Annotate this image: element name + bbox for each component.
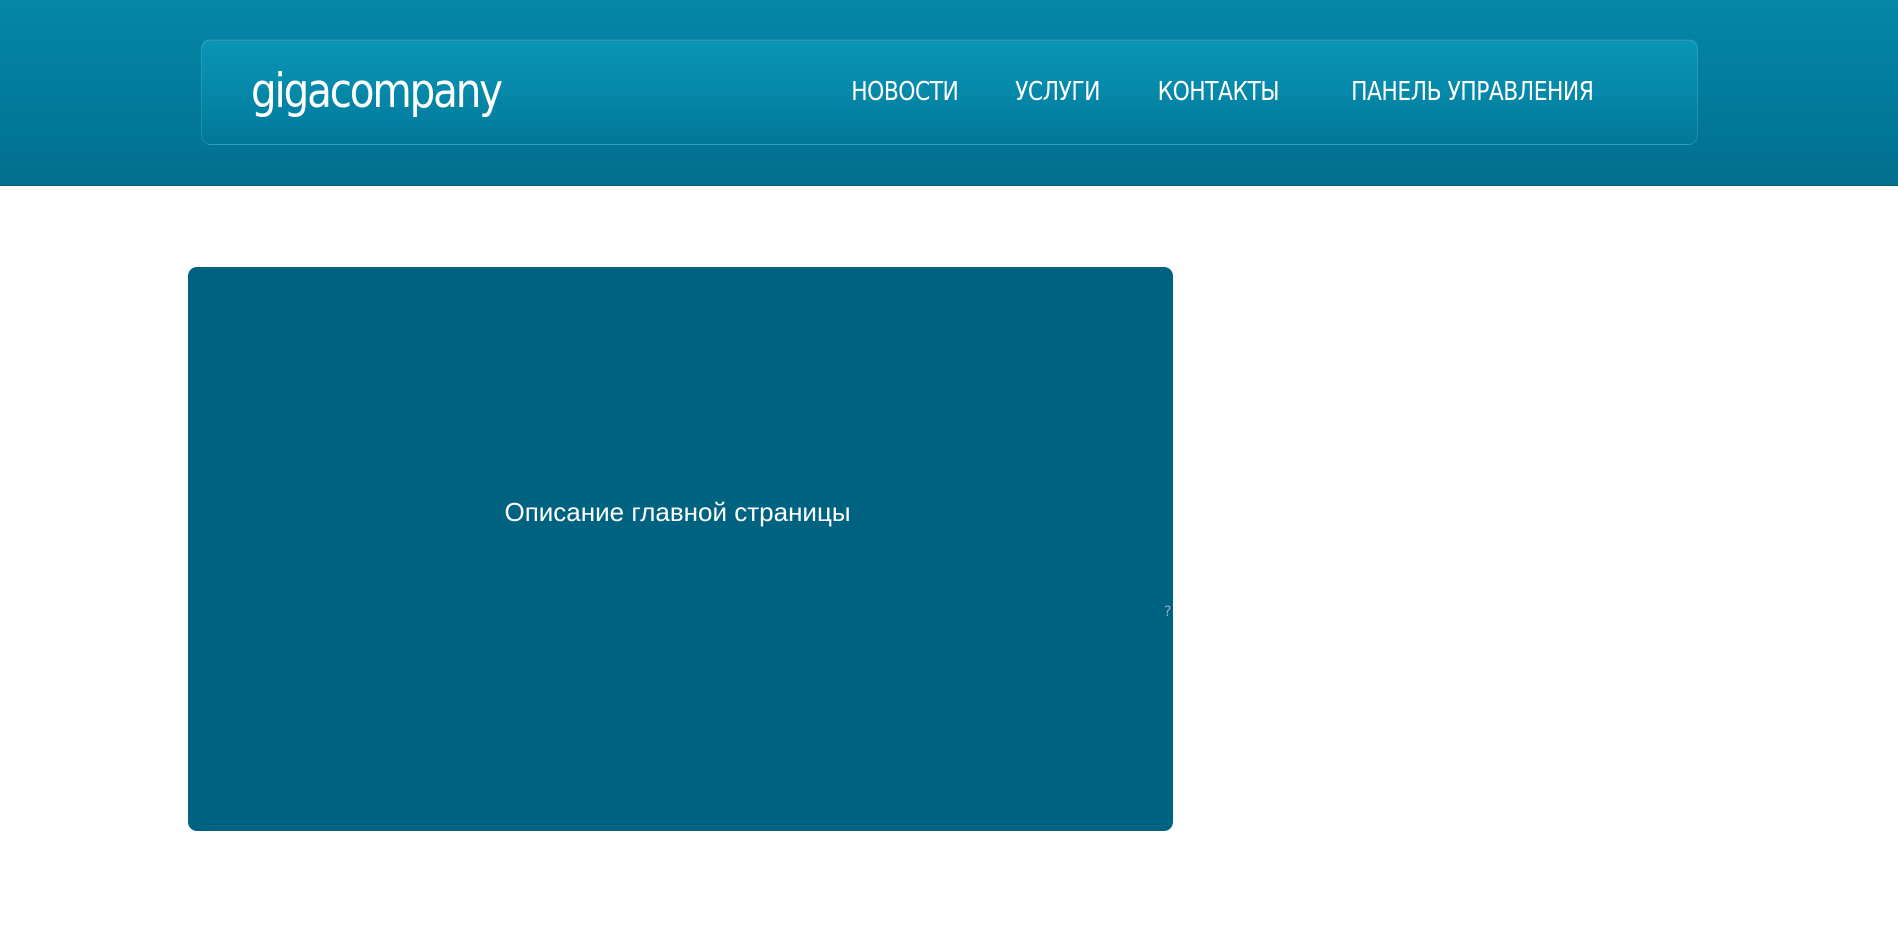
hero-banner: Описание главной страницы: [188, 267, 1173, 831]
site-logo[interactable]: gigacompany: [251, 64, 503, 120]
menu-item-news[interactable]: НОВОСТИ: [851, 77, 959, 107]
main-page-description: Описание главной страницы: [504, 497, 851, 527]
site-header: gigacompany НОВОСТИ УСЛУГИ КОНТАКТЫ ПАНЕ…: [0, 0, 1898, 186]
navigation-bar: gigacompany НОВОСТИ УСЛУГИ КОНТАКТЫ ПАНЕ…: [201, 39, 1698, 145]
menu-item-contacts[interactable]: КОНТАКТЫ: [1157, 77, 1279, 107]
menu-item-services[interactable]: УСЛУГИ: [1015, 77, 1100, 107]
slider-marker: ?: [1164, 604, 1172, 620]
main-menu: НОВОСТИ УСЛУГИ КОНТАКТЫ ПАНЕЛЬ УПРАВЛЕНИ…: [841, 40, 1617, 144]
menu-item-control-panel[interactable]: ПАНЕЛЬ УПРАВЛЕНИЯ: [1352, 77, 1595, 107]
